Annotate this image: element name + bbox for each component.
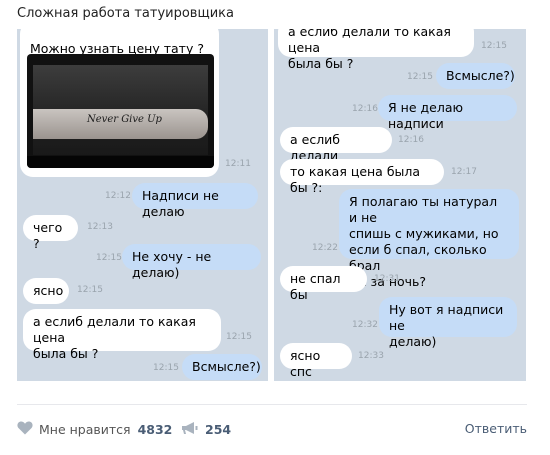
chat-screenshot-right: а еслиб делали то какая цена была бы ? 1… [274,29,526,381]
reply-button[interactable]: Ответить [465,421,527,436]
message-bubble: Я полагаю ты натурал и не спишь с мужика… [339,189,519,289]
message-time: 12:22 [312,243,338,253]
message-bubble: не спал бы [280,266,367,302]
message-time: 12:13 [87,222,113,232]
message-bubble: Всмысле?) [436,63,515,89]
message-bubble: чего ? [23,215,78,251]
message-time: 12:15 [226,332,252,342]
like-button[interactable]: Мне нравится 4832 [17,421,172,438]
message-bubble: то какая цена была бы ?: [280,159,444,195]
message-time: 12:17 [451,167,477,177]
like-label: Мне нравится [39,422,131,437]
post-title: Сложная работа татуировщика [17,6,234,21]
message-time: 12:32 [352,320,378,330]
share-count: 254 [205,422,232,437]
footer-divider [17,404,527,405]
tattoo-text: Never Give Up [87,114,162,125]
message-bubble: Всмысле?) [182,354,262,380]
message-time: 12:16 [398,135,424,145]
message-bubble: Не хочу - не делаю) [122,244,261,280]
message-bubble: Я не делаю надписи [378,95,517,131]
phone-navbar [27,156,214,168]
message-bubble: Ну вот я надписи не делаю) [379,297,517,349]
message-bubble: Надписи не делаю [132,183,258,219]
message-time: 12:15 [407,72,433,82]
message-time: 12:12 [105,191,131,201]
message-time: 12:15 [96,253,122,263]
megaphone-icon [181,421,199,438]
message-bubble: ясно [23,278,69,304]
message-time: 12:31 [374,274,400,284]
message-bubble: а еслиб делали то какая цена была бы ? [23,309,221,361]
chat-screenshot-left: Можно узнать цену тату ? 20 см Never Giv… [17,29,268,381]
message-bubble: а еслиб делали [280,127,392,163]
message-bubble: а еслиб делали то какая цена была бы ? [278,29,474,71]
message-time: 12:11 [225,159,251,169]
like-count: 4832 [137,422,173,437]
message-time: 12:16 [352,104,378,114]
message-time: 12:15 [481,41,507,51]
photo-screen: Never Give Up [33,65,208,155]
message-time: 12:33 [358,351,384,361]
heart-icon [17,421,33,438]
message-bubble: ясно спс [280,343,352,379]
message-time: 12:15 [153,363,179,373]
message-time: 12:15 [77,285,103,295]
tattoo-photo: Never Give Up [27,54,214,168]
share-button[interactable]: 254 [181,421,231,438]
